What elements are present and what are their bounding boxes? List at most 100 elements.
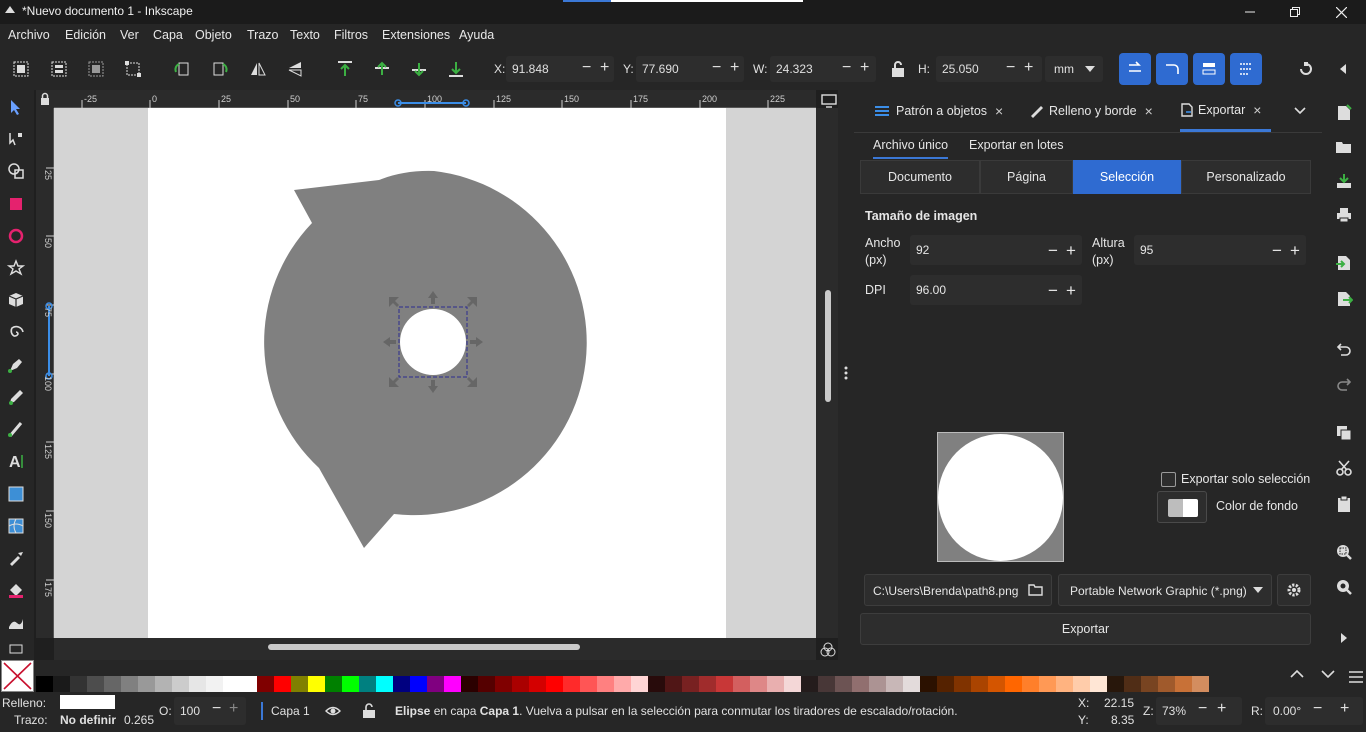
fill-indicator[interactable] [60, 695, 115, 709]
color-swatch[interactable] [342, 676, 359, 692]
move-patterns-button[interactable] [1230, 53, 1262, 85]
color-swatch[interactable] [87, 676, 104, 692]
color-swatch[interactable] [988, 676, 1005, 692]
raise-icon[interactable] [373, 60, 391, 78]
x-field[interactable]: 91.848 [506, 56, 614, 82]
horizontal-scrollbar[interactable] [54, 638, 816, 660]
color-swatch[interactable] [189, 676, 206, 692]
maximize-button[interactable] [1272, 0, 1318, 24]
color-swatch[interactable] [461, 676, 478, 692]
save-icon[interactable] [1335, 172, 1353, 190]
redo-icon[interactable] [1335, 375, 1353, 393]
paste-icon[interactable] [1335, 495, 1353, 513]
color-swatch[interactable] [835, 676, 852, 692]
color-swatch[interactable] [1158, 676, 1175, 692]
menu-archivo[interactable]: Archivo [8, 28, 50, 42]
color-swatch[interactable] [376, 676, 393, 692]
lock-proportions-icon[interactable] [889, 60, 907, 78]
color-swatch[interactable] [1022, 676, 1039, 692]
layer-name[interactable]: Capa 1 [271, 704, 310, 718]
selector-tool-icon[interactable] [7, 98, 25, 116]
pencil-tool-icon[interactable] [7, 388, 25, 406]
horizontal-scroll-thumb[interactable] [268, 644, 580, 650]
cut-icon[interactable] [1335, 459, 1353, 477]
flip-horizontal-icon[interactable] [249, 60, 267, 78]
3d-box-tool-icon[interactable] [7, 291, 25, 309]
tab-pattern-to-objects[interactable]: Patrón a objetos × [874, 90, 1003, 132]
h-plus-button[interactable]: + [1024, 60, 1033, 76]
color-swatch[interactable] [886, 676, 903, 692]
transform-handles-icon[interactable] [124, 60, 142, 78]
subtab-batch-export[interactable]: Exportar en lotes [969, 138, 1064, 152]
shape-builder-icon[interactable] [7, 162, 25, 180]
unit-select[interactable]: mm [1045, 56, 1103, 82]
menu-filtros[interactable]: Filtros [334, 28, 368, 42]
lower-icon[interactable] [410, 60, 428, 78]
rotate-ccw-icon[interactable] [173, 60, 191, 78]
color-swatch[interactable] [903, 676, 920, 692]
chevron-up-icon[interactable] [1290, 669, 1304, 679]
undo-icon[interactable] [1335, 340, 1353, 358]
filename-field[interactable]: C:\Users\Brenda\path8.png [864, 574, 1052, 606]
subtab-single-file[interactable]: Archivo único [873, 138, 949, 159]
color-swatch[interactable] [444, 676, 461, 692]
dock-splitter[interactable] [838, 90, 854, 660]
menu-extensiones[interactable]: Extensiones [382, 28, 450, 42]
color-swatch[interactable] [852, 676, 869, 692]
unlock-icon[interactable] [362, 703, 376, 719]
stroke-width-value[interactable]: 0.265 [124, 713, 154, 727]
zoom-selection-icon[interactable] [1335, 543, 1353, 561]
export-selection-only-checkbox[interactable] [1161, 472, 1176, 487]
toolbox-more-icon[interactable] [7, 643, 25, 655]
select-all-layers-icon[interactable] [50, 60, 68, 78]
zoom-plus-button[interactable]: + [1217, 700, 1226, 718]
color-swatch[interactable] [648, 676, 665, 692]
color-swatch[interactable] [784, 676, 801, 692]
y-field[interactable]: 77.690 [636, 56, 744, 82]
horizontal-ruler[interactable]: -25 0 25 50 75 100 125 150 175 200 225 [54, 90, 816, 108]
width-plus-button[interactable]: + [1066, 241, 1076, 261]
eye-icon[interactable] [325, 704, 341, 718]
mesh-tool-icon[interactable] [7, 517, 25, 535]
width-minus-button[interactable]: − [1048, 241, 1058, 261]
zoom-minus-button[interactable]: − [1198, 700, 1207, 718]
x-plus-button[interactable]: + [600, 60, 609, 76]
y-plus-button[interactable]: + [730, 60, 739, 76]
color-swatch[interactable] [359, 676, 376, 692]
menu-objeto[interactable]: Objeto [195, 28, 232, 42]
white-ellipse[interactable] [400, 309, 466, 375]
dpi-plus-button[interactable]: + [1066, 281, 1076, 301]
chevron-down-icon[interactable] [1294, 107, 1306, 115]
dpi-minus-button[interactable]: − [1048, 281, 1058, 301]
open-icon[interactable] [1335, 138, 1353, 156]
move-gradients-button[interactable] [1193, 53, 1225, 85]
color-swatch[interactable] [257, 676, 274, 692]
color-swatch[interactable] [36, 676, 53, 692]
new-document-icon[interactable] [1335, 104, 1353, 122]
deselect-icon[interactable] [87, 60, 105, 78]
color-swatch[interactable] [240, 676, 257, 692]
opacity-plus-button[interactable]: + [229, 700, 238, 718]
color-swatch[interactable] [614, 676, 631, 692]
menu-edicion[interactable]: Edición [65, 28, 106, 42]
opacity-minus-button[interactable]: − [212, 700, 221, 718]
y-minus-button[interactable]: − [712, 60, 721, 76]
color-swatch[interactable] [750, 676, 767, 692]
color-swatch[interactable] [563, 676, 580, 692]
close-icon[interactable]: × [995, 103, 1003, 119]
commands-overflow-icon[interactable] [1335, 629, 1353, 647]
color-swatch[interactable] [1192, 676, 1209, 692]
color-swatch[interactable] [580, 676, 597, 692]
lower-to-bottom-icon[interactable] [447, 60, 465, 78]
palette-menu-icon[interactable] [1349, 671, 1363, 683]
gradient-tool-icon[interactable] [7, 485, 25, 503]
scale-corners-button[interactable] [1156, 53, 1188, 85]
color-swatch[interactable] [954, 676, 971, 692]
text-tool-icon[interactable]: A [7, 452, 25, 471]
color-swatch[interactable] [682, 676, 699, 692]
close-button[interactable] [1318, 0, 1364, 24]
pen-tool-icon[interactable] [7, 356, 25, 374]
ellipse-tool-icon[interactable] [7, 227, 25, 245]
color-managed-icon[interactable] [819, 641, 837, 659]
color-swatch[interactable] [1124, 676, 1141, 692]
